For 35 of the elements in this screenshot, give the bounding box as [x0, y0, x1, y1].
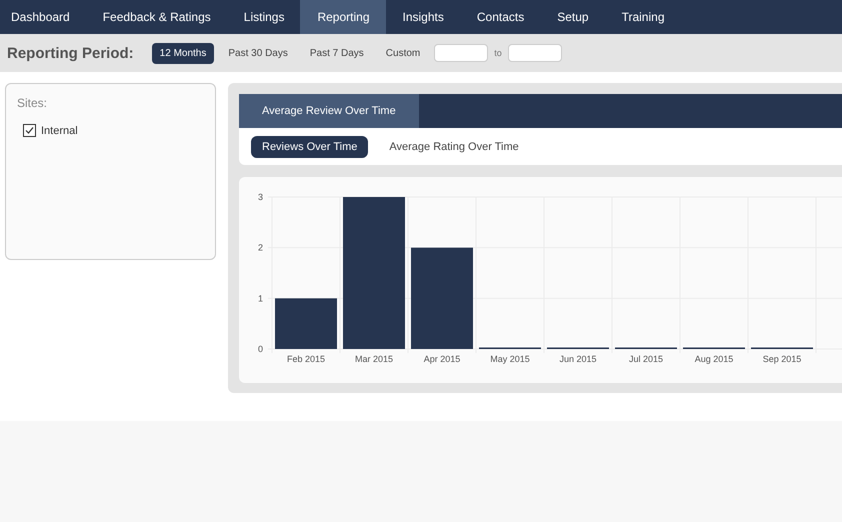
axis-label: May 2015 [490, 354, 530, 364]
axis-label: 1 [258, 293, 263, 304]
period-label: Reporting Period: [7, 44, 134, 62]
checkbox[interactable] [23, 124, 36, 137]
nav-tab[interactable]: Contacts [460, 0, 540, 34]
nav-tab[interactable]: Training [604, 0, 680, 34]
axis-label: Apr 2015 [424, 354, 460, 364]
axis-label: Jul 2015 [628, 354, 664, 364]
axis-label: 0 [258, 344, 263, 354]
bar [275, 298, 337, 349]
report-tab[interactable]: Average Review Over Time [239, 94, 419, 128]
nav-tab[interactable]: Reporting [300, 0, 386, 34]
nav-tab[interactable]: Feedback & Ratings [86, 0, 227, 34]
axis-label: Jun 2015 [559, 354, 597, 364]
to-label: to [494, 48, 502, 58]
period-button[interactable]: Past 7 Days [302, 42, 372, 64]
end-date-field[interactable] [508, 44, 562, 62]
axis-label: Mar 2015 [354, 354, 394, 364]
nav-tab[interactable]: Setup [540, 0, 605, 34]
axis-label: Feb 2015 [286, 354, 326, 364]
period-button[interactable]: Past 30 Days [220, 42, 296, 64]
chart-tab[interactable]: Reviews Over Time [251, 136, 368, 158]
axis-label: 3 [258, 192, 263, 202]
nav-tab[interactable]: Dashboard [0, 0, 86, 34]
period-button[interactable]: Custom [378, 42, 428, 64]
nav-tab[interactable]: Insights [386, 0, 460, 34]
nav-tab[interactable]: Listings [226, 0, 300, 34]
axis-label: Aug 2015 [694, 354, 734, 364]
sites-title: Sites: [17, 96, 48, 110]
site-label: Internal [41, 124, 78, 136]
period-button[interactable]: 12 Months [152, 42, 214, 64]
start-date-field[interactable] [434, 44, 488, 62]
axis-label: Sep 2015 [762, 354, 802, 364]
chart-tab[interactable]: Average Rating Over Time [378, 136, 530, 158]
axis-label: 2 [258, 242, 263, 253]
